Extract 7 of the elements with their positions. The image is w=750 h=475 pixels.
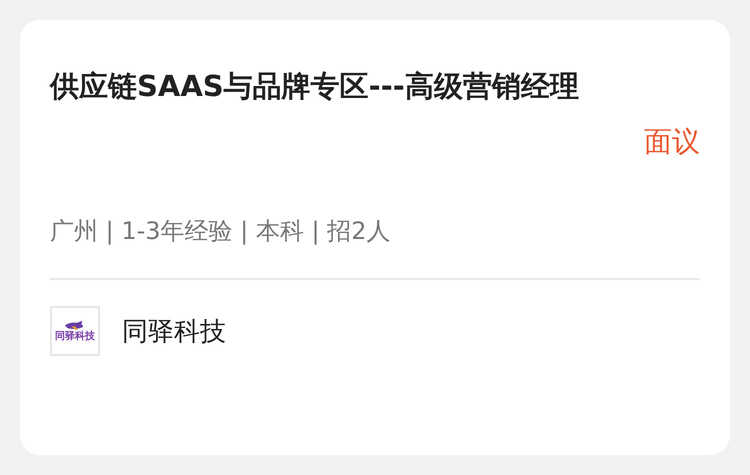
company-name: 同驿科技 <box>122 316 226 348</box>
job-details: 广州 | 1-3年经验 | 本科 | 招2人 <box>50 216 392 247</box>
plane-icon <box>64 320 86 331</box>
logo-text: 同驿科技 <box>55 331 95 342</box>
job-title: 供应链SAAS与品牌专区---高级营销经理 <box>50 68 580 105</box>
salary: 面议 <box>644 124 700 160</box>
job-card[interactable]: 供应链SAAS与品牌专区---高级营销经理 面议 广州 | 1-3年经验 | 本科 | 招2人 同驿科技 同驿科技 <box>20 20 730 455</box>
